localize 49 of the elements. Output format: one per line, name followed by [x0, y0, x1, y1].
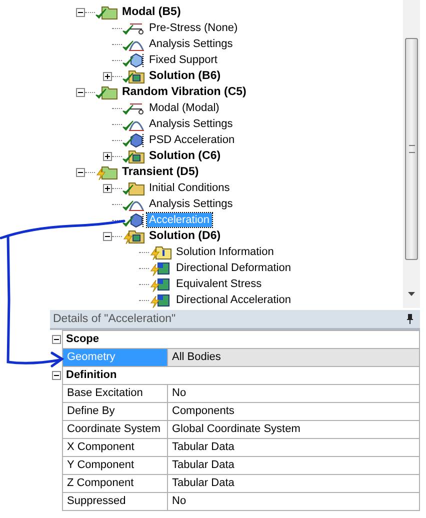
tree-item[interactable]: Random Vibration (C5)	[120, 85, 248, 99]
tree-item[interactable]: PSD Acceleration	[147, 133, 237, 147]
tree-item[interactable]: Directional Acceleration	[174, 293, 293, 307]
property-name[interactable]: Base Excitation	[63, 385, 168, 402]
tree-item[interactable]: Directional Deformation	[174, 261, 293, 275]
property-value[interactable]: No	[168, 385, 419, 402]
expander-icon[interactable]	[103, 232, 112, 240]
property-value[interactable]: Components	[168, 403, 419, 420]
expander-icon[interactable]	[103, 152, 112, 160]
expander-icon[interactable]	[76, 8, 85, 16]
tree-item[interactable]: Modal (B5)	[120, 5, 183, 19]
tree-item[interactable]: Solution (B6)	[147, 69, 223, 83]
collapse-icon[interactable]	[50, 334, 62, 344]
property-value[interactable]: No	[168, 493, 419, 510]
expander-icon[interactable]	[103, 184, 112, 192]
property-name[interactable]: Coordinate System	[63, 421, 168, 438]
details-title: Details of "Acceleration"	[53, 313, 176, 325]
property-value[interactable]: Tabular Data	[168, 439, 419, 456]
tree-item[interactable]: Analysis Settings	[147, 117, 235, 131]
tree-item[interactable]: Equivalent Stress	[174, 277, 264, 291]
expander-icon[interactable]	[103, 72, 112, 80]
tree-item[interactable]: Solution (D6)	[147, 229, 223, 243]
tree-item[interactable]: Solution (C6)	[147, 149, 223, 163]
tree-item[interactable]: Initial Conditions	[147, 181, 232, 195]
property-value[interactable]: All Bodies	[168, 349, 419, 366]
pin-icon[interactable]	[406, 314, 414, 324]
tree-item[interactable]: Analysis Settings	[147, 197, 235, 211]
property-name[interactable]: Suppressed	[63, 493, 168, 510]
tree-item[interactable]: Solution Information	[174, 245, 276, 259]
group-heading: Scope	[62, 330, 420, 348]
tree-item[interactable]: Analysis Settings	[147, 37, 235, 51]
expander-icon[interactable]	[76, 88, 85, 96]
tree-item[interactable]: Pre-Stress (None)	[147, 21, 240, 35]
group-heading: Definition	[62, 366, 420, 384]
tree-item[interactable]: Fixed Support	[147, 53, 220, 67]
expander-icon[interactable]	[76, 168, 85, 176]
property-name[interactable]: X Component	[63, 439, 168, 456]
property-name[interactable]: Y Component	[63, 457, 168, 474]
collapse-icon[interactable]	[50, 370, 62, 380]
property-name[interactable]: Define By	[63, 403, 168, 420]
tree-item[interactable]: Transient (D5)	[120, 165, 201, 179]
property-value[interactable]: Tabular Data	[168, 457, 419, 474]
scrollbar[interactable]	[403, 0, 420, 308]
property-value[interactable]: Tabular Data	[168, 475, 419, 492]
scrollbar-thumb[interactable]	[405, 38, 418, 260]
property-name[interactable]: Z Component	[63, 475, 168, 492]
scroll-down-icon[interactable]	[408, 292, 415, 296]
tree-item[interactable]: Modal (Modal)	[147, 101, 222, 115]
property-value[interactable]: Global Coordinate System	[168, 421, 419, 438]
